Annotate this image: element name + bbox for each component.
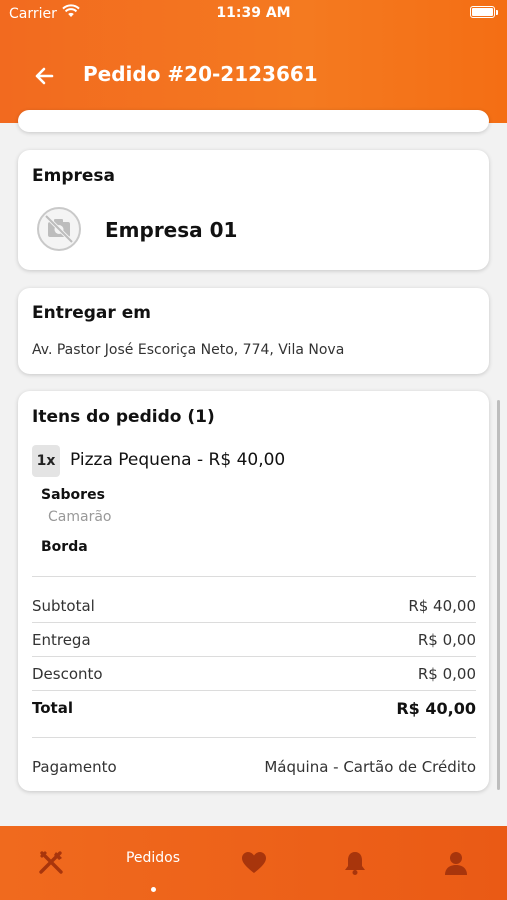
heart-icon	[242, 852, 266, 873]
divider	[32, 737, 476, 738]
payment-label: Pagamento	[32, 758, 117, 776]
total-value: R$ 40,00	[396, 699, 476, 718]
fork-knife-icon	[39, 851, 63, 874]
order-items-card: Itens do pedido (1) 1x Pizza Pequena - R…	[18, 391, 489, 791]
divider	[32, 690, 476, 691]
empresa-card: Empresa Empresa 01	[18, 150, 489, 270]
previous-card	[18, 110, 489, 132]
item-quantity: 1x	[32, 445, 60, 477]
page-title: Pedido #20-2123661	[83, 62, 318, 86]
delivery-fee-value: R$ 0,00	[417, 631, 476, 649]
battery-icon	[470, 6, 498, 18]
tab-pedidos[interactable]: Pedidos	[108, 850, 198, 866]
divider	[32, 622, 476, 623]
clock: 11:39 AM	[216, 5, 291, 21]
discount-label: Desconto	[32, 665, 103, 683]
empresa-name: Empresa 01	[105, 218, 238, 242]
delivery-card: Entregar em Av. Pastor José Escoriça Net…	[18, 288, 489, 374]
tab-favorites[interactable]	[224, 826, 284, 900]
discount-value: R$ 0,00	[417, 665, 476, 683]
option-value-sabores: Camarão	[48, 509, 112, 525]
user-icon	[445, 852, 467, 875]
arrow-left-icon[interactable]	[32, 64, 56, 88]
header: Carrier 11:39 AM Pedido #20-2123661	[0, 0, 507, 123]
empresa-title: Empresa	[32, 166, 115, 186]
subtotal-label: Subtotal	[32, 597, 95, 615]
delivery-fee-label: Entrega	[32, 631, 91, 649]
divider	[32, 656, 476, 657]
delivery-title: Entregar em	[32, 303, 151, 323]
tab-bar: Pedidos	[0, 826, 507, 900]
scrollbar[interactable]	[497, 400, 500, 790]
order-items-title: Itens do pedido (1)	[32, 407, 215, 427]
payment-value: Máquina - Cartão de Crédito	[264, 758, 476, 776]
bell-icon	[345, 852, 365, 875]
status-bar: Carrier 11:39 AM	[0, 0, 507, 28]
option-label-borda: Borda	[41, 539, 88, 555]
total-label: Total	[32, 699, 73, 717]
item-name: Pizza Pequena - R$ 40,00	[70, 450, 286, 470]
subtotal-value: R$ 40,00	[408, 597, 476, 615]
active-tab-indicator	[151, 887, 156, 892]
delivery-address: Av. Pastor José Escoriça Neto, 774, Vila…	[32, 342, 345, 358]
tab-profile[interactable]	[426, 826, 486, 900]
option-label-sabores: Sabores	[41, 487, 105, 503]
no-image-icon	[37, 207, 81, 251]
divider	[32, 576, 476, 577]
tab-notifications[interactable]	[325, 826, 385, 900]
tab-menu[interactable]	[21, 826, 81, 900]
